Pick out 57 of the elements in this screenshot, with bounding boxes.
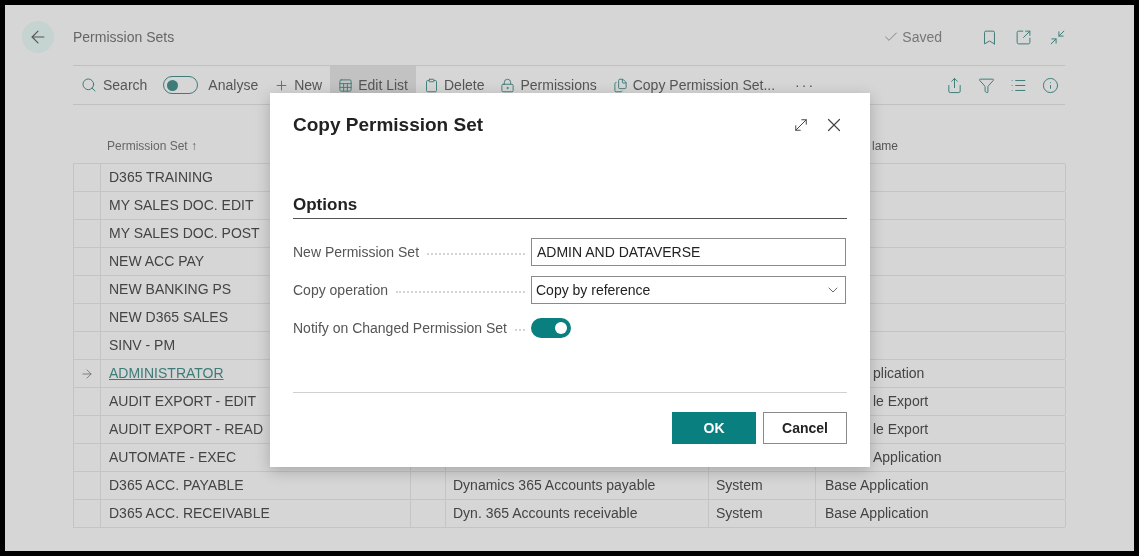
- search-button[interactable]: Search: [73, 67, 156, 103]
- field-label: Copy operation: [293, 280, 388, 300]
- dialog-title: Copy Permission Set: [293, 112, 484, 137]
- toolbar-button[interactable]: Permissions: [492, 66, 605, 104]
- copy-operation-dropdown[interactable]: Copy by reference: [531, 276, 846, 304]
- table-cell-text: plication: [873, 364, 925, 383]
- analyse-label: Analyse: [208, 75, 259, 95]
- minimize-icon: [1049, 28, 1066, 46]
- table-cell-text: le Export: [873, 392, 929, 411]
- table-cell-text: SINV - PM: [109, 336, 176, 355]
- plus-icon: [274, 77, 290, 93]
- cancel-button[interactable]: Cancel: [763, 412, 847, 444]
- table-cell-text: MY SALES DOC. POST: [109, 224, 260, 243]
- table-cell-text: Dynamics 365 Accounts payable: [453, 476, 656, 495]
- info-icon: [1042, 76, 1059, 94]
- toolbar-button[interactable]: Delete: [416, 66, 493, 104]
- external-link-icon: [1015, 28, 1032, 46]
- search-icon: [81, 77, 97, 93]
- table-cell-text: AUDIT EXPORT - READ: [109, 420, 264, 439]
- clipboard-icon: [424, 77, 439, 93]
- toolbar-button[interactable]: Copy Permission Set...: [604, 66, 784, 104]
- share-icon: [946, 76, 963, 94]
- table-cell-text: MY SALES DOC. EDIT: [109, 196, 254, 215]
- section-heading: Options: [293, 193, 358, 216]
- table-cell-text: D365 ACC. RECEIVABLE: [109, 504, 270, 523]
- table-cell-text: D365 ACC. PAYABLE: [109, 476, 244, 495]
- more-button[interactable]: ···: [783, 67, 828, 103]
- notify-toggle[interactable]: [531, 318, 571, 338]
- table-cell-text: AUTOMATE - EXEC: [109, 448, 237, 467]
- ok-button[interactable]: OK: [672, 412, 756, 444]
- table-cell-text: System: [716, 504, 763, 523]
- bookmark-icon: [981, 28, 998, 46]
- table-cell-text: le Export: [873, 420, 929, 439]
- table-cell-text: NEW D365 SALES: [109, 308, 229, 327]
- field-label: New Permission Set: [293, 242, 420, 262]
- lock-icon: [500, 77, 516, 93]
- table-cell-text: Base Application: [825, 504, 929, 523]
- files-icon: [612, 77, 628, 93]
- page-title: Permission Sets: [73, 27, 175, 47]
- table-cell-text: AUDIT EXPORT - EDIT: [109, 392, 257, 411]
- expand-icon: [792, 116, 810, 134]
- back-button[interactable]: [22, 21, 54, 53]
- field-label: Notify on Changed Permission Set: [293, 318, 507, 338]
- saved-status: Saved: [902, 27, 942, 47]
- permission-set-link[interactable]: ADMINISTRATOR: [109, 363, 224, 384]
- new-permission-set-field[interactable]: ADMIN AND DATAVERSE: [531, 238, 846, 266]
- table-cell-text: NEW BANKING PS: [109, 280, 232, 299]
- table-cell-text: Application: [873, 448, 942, 467]
- toolbar-button[interactable]: New: [266, 66, 331, 104]
- table-cell-text: System: [716, 476, 763, 495]
- filter-icon: [978, 76, 995, 94]
- table-icon: [338, 77, 354, 93]
- table-cell-text: D365 TRAINING: [109, 168, 213, 187]
- table-cell-text: Dyn. 365 Accounts receivable: [453, 504, 638, 523]
- table-cell-text: NEW ACC PAY: [109, 252, 205, 271]
- table-cell-text: Base Application: [825, 476, 929, 495]
- arrow-right-icon: [80, 366, 94, 381]
